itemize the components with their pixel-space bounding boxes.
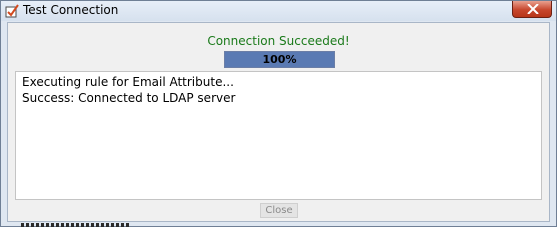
- close-x-icon: [527, 4, 539, 14]
- window-title: Test Connection: [23, 3, 119, 17]
- progress-bar: 100%: [224, 51, 335, 68]
- log-line: Executing rule for Email Attribute...: [22, 75, 234, 89]
- log-line: Success: Connected to LDAP server: [22, 91, 236, 105]
- close-button[interactable]: Close: [260, 203, 298, 218]
- dialog-content: Connection Succeeded! 100% Executing rul…: [7, 22, 550, 222]
- window-close-button[interactable]: [512, 1, 552, 18]
- progress-label: 100%: [262, 53, 297, 66]
- test-connection-window: Test Connection Connection Succeeded! 10…: [0, 0, 557, 227]
- checkbox-check-icon: [5, 3, 19, 18]
- log-output[interactable]: Executing rule for Email Attribute... Su…: [15, 71, 542, 200]
- connection-status-message: Connection Succeeded!: [207, 34, 350, 48]
- title-bar[interactable]: Test Connection: [1, 1, 556, 21]
- background-edge: [21, 223, 131, 227]
